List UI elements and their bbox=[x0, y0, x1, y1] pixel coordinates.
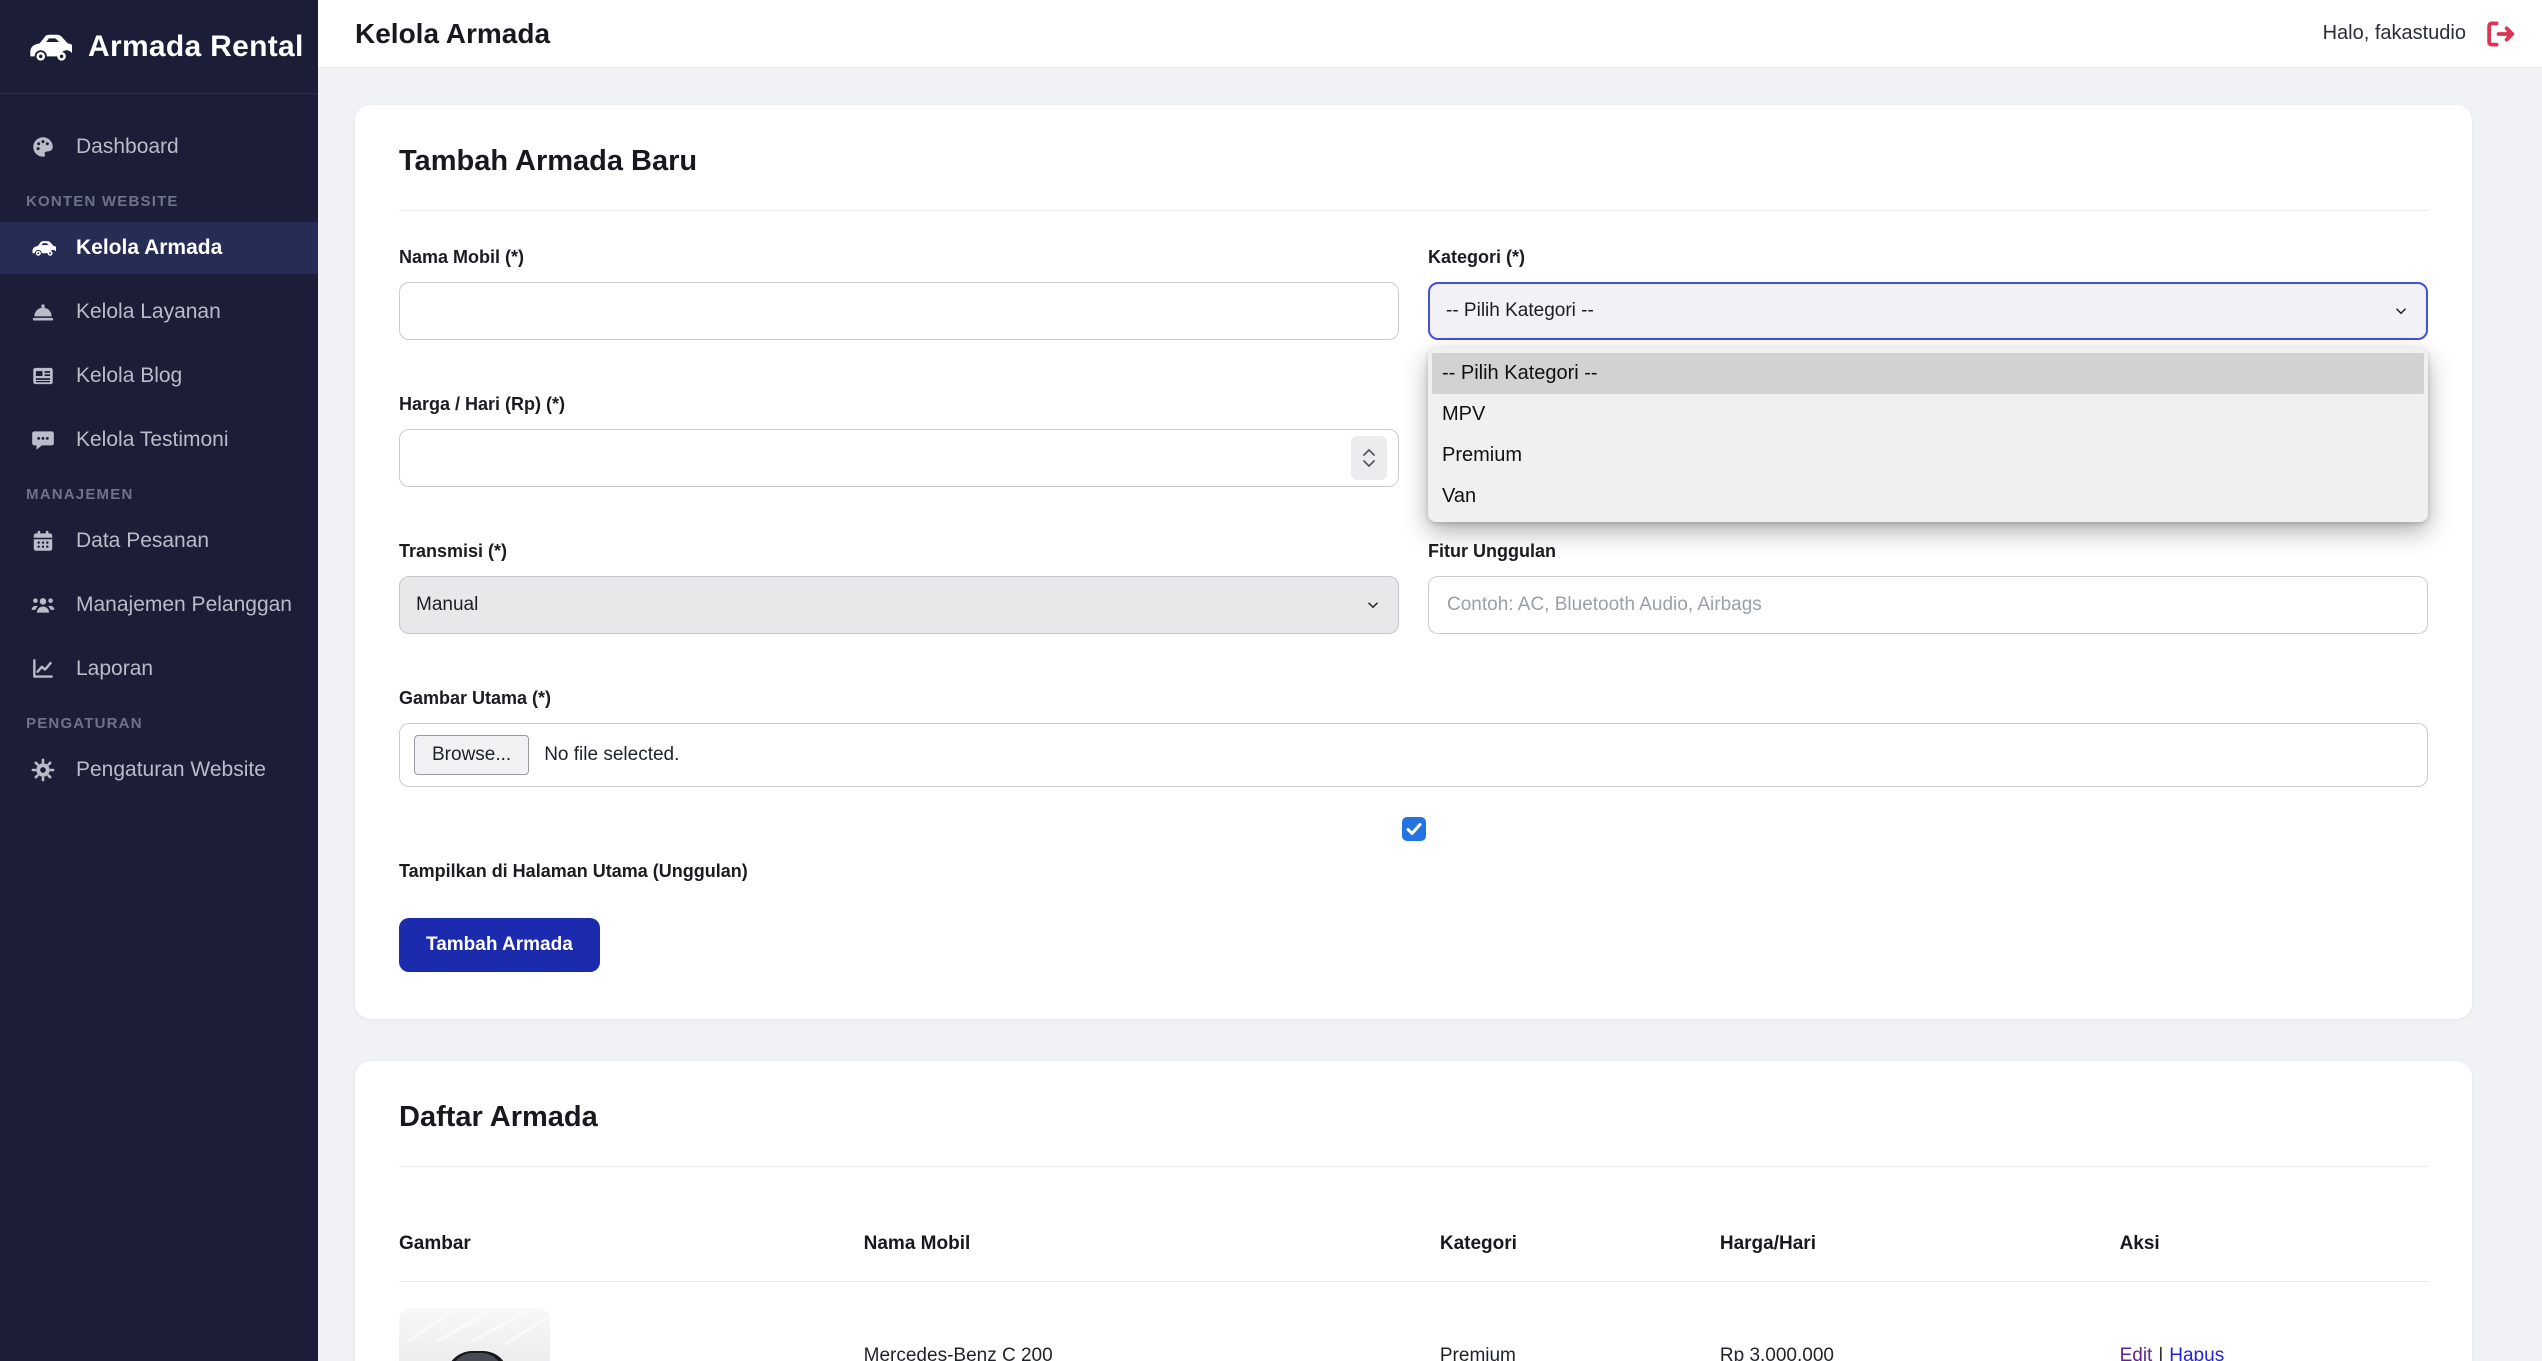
nama-mobil-input[interactable] bbox=[399, 282, 1399, 340]
field-nama-mobil: Nama Mobil (*) bbox=[399, 247, 1399, 340]
palette-icon bbox=[26, 134, 60, 160]
sidebar-item-label: Dashboard bbox=[76, 135, 179, 159]
chevron-down-icon bbox=[2392, 302, 2410, 320]
gambar-label: Gambar Utama (*) bbox=[399, 688, 2428, 709]
kategori-option[interactable]: MPV bbox=[1432, 394, 2424, 435]
comment-dots-icon bbox=[26, 427, 60, 453]
sidebar-item-kelola-layanan[interactable]: Kelola Layanan bbox=[0, 286, 318, 338]
transmisi-select[interactable]: Manual bbox=[399, 576, 1399, 634]
browse-button[interactable]: Browse... bbox=[414, 735, 529, 775]
sidebar-menu: Dashboard KONTEN WEBSITE Kelola Armada K… bbox=[0, 94, 318, 796]
sidebar-item-kelola-armada[interactable]: Kelola Armada bbox=[0, 222, 318, 274]
col-header-aksi: Aksi bbox=[2120, 1233, 2428, 1255]
field-gambar: Gambar Utama (*) Browse... No file selec… bbox=[399, 688, 2428, 787]
col-header-kategori: Kategori bbox=[1440, 1233, 1720, 1255]
sidebar-item-kelola-testimoni[interactable]: Kelola Testimoni bbox=[0, 414, 318, 466]
cell-aksi: Edit | Hapus bbox=[2120, 1345, 2428, 1361]
transmisi-selected-value: Manual bbox=[416, 594, 478, 616]
field-transmisi: Transmisi (*) Manual bbox=[399, 541, 1399, 634]
transmisi-label: Transmisi (*) bbox=[399, 541, 1399, 562]
content: Tambah Armada Baru Nama Mobil (*) Katego… bbox=[318, 68, 2542, 1361]
logout-icon[interactable] bbox=[2484, 19, 2518, 49]
kategori-label: Kategori (*) bbox=[1428, 247, 2428, 268]
action-separator: | bbox=[2158, 1345, 2163, 1361]
harga-label: Harga / Hari (Rp) (*) bbox=[399, 394, 1399, 415]
section-label-pengaturan: PENGATURAN bbox=[26, 715, 318, 732]
file-input[interactable]: Browse... No file selected. bbox=[399, 723, 2428, 787]
col-header-gambar: Gambar bbox=[399, 1233, 864, 1255]
car-logo-icon bbox=[26, 31, 72, 63]
topbar: Kelola Armada Halo, fakastudio bbox=[318, 0, 2542, 68]
sidebar-item-laporan[interactable]: Laporan bbox=[0, 643, 318, 695]
add-fleet-card: Tambah Armada Baru Nama Mobil (*) Katego… bbox=[355, 105, 2472, 1019]
table-title: Daftar Armada bbox=[399, 1101, 2428, 1134]
field-unggulan: Tampilkan di Halaman Utama (Unggulan) bbox=[399, 817, 2428, 882]
sidebar-item-label: Kelola Layanan bbox=[76, 300, 221, 324]
sidebar-item-manajemen-pelanggan[interactable]: Manajemen Pelanggan bbox=[0, 579, 318, 631]
edit-link[interactable]: Edit bbox=[2120, 1345, 2153, 1361]
users-icon bbox=[26, 592, 60, 618]
number-stepper[interactable] bbox=[1351, 436, 1387, 480]
kategori-selected-value: -- Pilih Kategori -- bbox=[1446, 300, 1594, 322]
form-title: Tambah Armada Baru bbox=[399, 145, 2428, 178]
fitur-label: Fitur Unggulan bbox=[1428, 541, 2428, 562]
fleet-list-card: Daftar Armada Gambar Nama Mobil Kategori… bbox=[355, 1061, 2472, 1361]
cell-nama-mobil: Mercedes-Benz C 200 bbox=[864, 1345, 1440, 1361]
field-kategori: Kategori (*) -- Pilih Kategori -- -- Pil… bbox=[1428, 247, 2428, 340]
kategori-option[interactable]: Premium bbox=[1432, 435, 2424, 476]
kategori-option[interactable]: Van bbox=[1432, 476, 2424, 517]
tambah-armada-button[interactable]: Tambah Armada bbox=[399, 918, 600, 972]
calendar-icon bbox=[26, 528, 60, 554]
sidebar-item-label: Laporan bbox=[76, 657, 153, 681]
nama-mobil-label: Nama Mobil (*) bbox=[399, 247, 1399, 268]
field-fitur: Fitur Unggulan bbox=[1428, 541, 2428, 634]
sidebar-item-label: Data Pesanan bbox=[76, 529, 209, 553]
cell-harga: Rp 3.000.000 bbox=[1720, 1345, 2120, 1361]
col-header-nama-mobil: Nama Mobil bbox=[864, 1233, 1440, 1255]
user-greeting: Halo, fakastudio bbox=[2323, 22, 2466, 45]
chevron-down-icon bbox=[1364, 596, 1382, 614]
app-logo[interactable]: Armada Rental bbox=[0, 0, 318, 94]
divider bbox=[399, 1166, 2428, 1167]
kategori-select[interactable]: -- Pilih Kategori -- bbox=[1428, 282, 2428, 340]
sidebar-item-label: Kelola Blog bbox=[76, 364, 182, 388]
kategori-option[interactable]: -- Pilih Kategori -- bbox=[1432, 353, 2424, 394]
sidebar-item-label: Kelola Testimoni bbox=[76, 428, 229, 452]
sidebar-item-pengaturan-website[interactable]: Pengaturan Website bbox=[0, 744, 318, 796]
main-area: Kelola Armada Halo, fakastudio Tambah Ar… bbox=[318, 0, 2542, 1361]
newspaper-icon bbox=[26, 363, 60, 389]
sidebar-item-dashboard[interactable]: Dashboard bbox=[0, 121, 318, 173]
col-header-harga: Harga/Hari bbox=[1720, 1233, 2120, 1255]
section-label-manajemen: MANAJEMEN bbox=[26, 486, 318, 503]
sidebar-item-data-pesanan[interactable]: Data Pesanan bbox=[0, 515, 318, 567]
section-label-konten: KONTEN WEBSITE bbox=[26, 193, 318, 210]
sidebar-item-kelola-blog[interactable]: Kelola Blog bbox=[0, 350, 318, 402]
table-row: Mercedes-Benz C 200 Premium Rp 3.000.000… bbox=[399, 1282, 2428, 1361]
app-title: Armada Rental bbox=[88, 30, 304, 64]
car-photo bbox=[399, 1308, 550, 1361]
fitur-input[interactable] bbox=[1428, 576, 2428, 634]
gear-icon bbox=[26, 757, 60, 783]
divider bbox=[399, 210, 2428, 211]
file-status-text: No file selected. bbox=[544, 744, 679, 766]
hapus-link[interactable]: Hapus bbox=[2169, 1345, 2224, 1361]
cloche-icon bbox=[26, 299, 60, 325]
cell-kategori: Premium bbox=[1440, 1345, 1720, 1361]
field-harga: Harga / Hari (Rp) (*) bbox=[399, 394, 1399, 487]
page-title: Kelola Armada bbox=[355, 18, 550, 50]
sidebar: Armada Rental Dashboard KONTEN WEBSITE K… bbox=[0, 0, 318, 1361]
sidebar-item-label: Manajemen Pelanggan bbox=[76, 593, 292, 617]
harga-input[interactable] bbox=[399, 429, 1399, 487]
table-header-row: Gambar Nama Mobil Kategori Harga/Hari Ak… bbox=[399, 1203, 2428, 1282]
featured-checkbox-label: Tampilkan di Halaman Utama (Unggulan) bbox=[399, 861, 2428, 882]
featured-checkbox[interactable] bbox=[1402, 817, 1426, 841]
sidebar-item-label: Kelola Armada bbox=[76, 236, 222, 260]
fleet-table: Gambar Nama Mobil Kategori Harga/Hari Ak… bbox=[399, 1203, 2428, 1361]
kategori-dropdown: -- Pilih Kategori -- MPV Premium Van bbox=[1428, 348, 2428, 522]
chart-line-icon bbox=[26, 656, 60, 682]
car-icon bbox=[26, 235, 60, 261]
sidebar-item-label: Pengaturan Website bbox=[76, 758, 266, 782]
